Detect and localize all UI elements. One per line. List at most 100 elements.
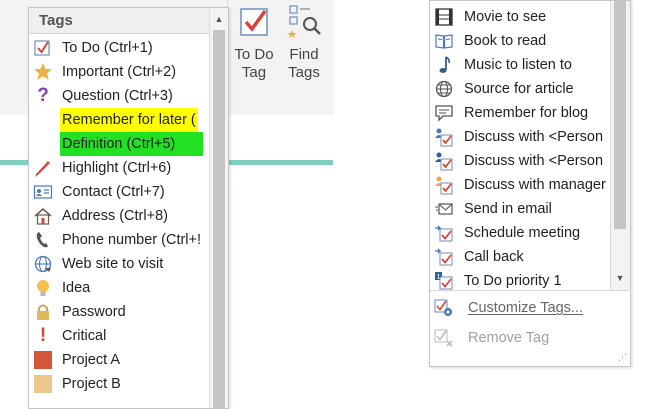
tag-item-phone[interactable]: Phone number (Ctrl+! (29, 228, 209, 252)
star-icon (34, 63, 52, 80)
remove-tag-item[interactable]: Remove Tag (430, 324, 629, 352)
tag-item-label: Idea (62, 280, 91, 296)
tag-item-label: Phone number (Ctrl+! (62, 232, 202, 248)
globe-icon (34, 255, 52, 273)
tag-item-project-a[interactable]: Project A (29, 348, 209, 372)
tag-item-blog[interactable]: Remember for blog (430, 101, 610, 125)
tag-item-todo[interactable]: To Do (Ctrl+1) (29, 36, 209, 60)
globe-icon (435, 80, 453, 98)
find-tags-label-1: Find (289, 46, 319, 63)
speech-bubble-icon (435, 105, 453, 122)
callback-check-icon (435, 248, 453, 266)
tags-dropdown: Tags ▲ To Do (Ctrl+1) Important (Ctrl+2)… (28, 7, 229, 409)
highlighter-icon (35, 161, 50, 177)
tag-item-label: Book to read (464, 33, 547, 49)
customize-tags-icon (434, 299, 452, 316)
tag-item-contact[interactable]: Contact (Ctrl+7) (29, 180, 209, 204)
tag-item-password[interactable]: Password (29, 300, 209, 324)
tag-item-label: Project A (62, 352, 121, 368)
tag-item-discuss-person-a[interactable]: Discuss with <Person (430, 125, 610, 149)
tag-item-label: Remember for blog (464, 105, 589, 121)
tag-item-music[interactable]: Music to listen to (430, 53, 610, 77)
find-tags-label-2: Tags (288, 64, 320, 81)
red-square-icon (34, 351, 52, 369)
tag-item-label: Send in email (464, 201, 552, 217)
tag-item-movie[interactable]: Movie to see (430, 5, 610, 29)
tags-scrollbar[interactable]: ▲ (209, 8, 228, 408)
tag-item-label: Password (62, 304, 126, 320)
tag-item-source[interactable]: Source for article (430, 77, 610, 101)
tag-item-label: Project B (62, 376, 121, 392)
checkbox-icon (34, 40, 50, 56)
manager-check-icon (435, 176, 453, 195)
tag-item-label: Discuss with <Person (464, 129, 604, 145)
phone-icon (36, 232, 48, 248)
remove-tag-label: Remove Tag (468, 330, 550, 346)
contact-card-icon (33, 185, 53, 199)
todo-tag-label-2: Tag (241, 64, 267, 81)
tag-item-label: Contact (Ctrl+7) (62, 184, 165, 200)
customize-tags-item[interactable]: Customize Tags... (430, 294, 629, 322)
tag-item-label: Call back (464, 249, 524, 265)
tag-item-address[interactable]: Address (Ctrl+8) (29, 204, 209, 228)
tag-item-schedule-meeting[interactable]: Schedule meeting (430, 221, 610, 245)
tag-item-label: Source for article (464, 81, 574, 97)
tag-item-label: Address (Ctrl+8) (62, 208, 168, 224)
exclamation-icon: ! (39, 325, 47, 346)
find-tags-icon (287, 5, 321, 38)
tag-item-send-email[interactable]: Send in email (430, 197, 610, 221)
tag-item-question[interactable]: ? Question (Ctrl+3) (29, 84, 209, 108)
tag-item-highlight[interactable]: Highlight (Ctrl+6) (29, 156, 209, 180)
tag-item-call-back[interactable]: Call back (430, 245, 610, 269)
remove-tag-icon (434, 329, 453, 347)
lightbulb-icon (37, 280, 49, 296)
resize-grip-icon[interactable]: ⋰ (618, 352, 627, 363)
music-note-icon (439, 56, 450, 73)
person-check-icon (435, 128, 453, 147)
tag-item-label: Web site to visit (62, 256, 164, 272)
tag-item-website[interactable]: Web site to visit (29, 252, 209, 276)
tag-item-discuss-manager[interactable]: Discuss with manager (430, 173, 610, 197)
tag-item-label: To Do (Ctrl+1) (62, 40, 153, 56)
find-tags-button[interactable]: Find Tags (280, 4, 328, 96)
todo-tag-label-1: To Do (234, 46, 274, 63)
question-icon: ? (37, 85, 49, 106)
email-icon (435, 203, 453, 215)
tan-square-icon (34, 375, 52, 393)
tag-item-definition[interactable]: Definition (Ctrl+5) (29, 132, 209, 156)
todo-checkbox-icon (240, 8, 268, 36)
menu-separator (430, 290, 629, 291)
customize-tags-label: Customize Tags... (468, 300, 583, 316)
tag-item-label: Movie to see (464, 9, 547, 25)
scroll-thumb[interactable] (213, 30, 225, 408)
tag-item-idea[interactable]: Idea (29, 276, 209, 300)
tag-item-label: Discuss with manager (464, 177, 606, 193)
house-icon (34, 208, 52, 225)
film-icon (435, 8, 453, 26)
scroll-down-icon[interactable]: ▼ (611, 269, 629, 287)
tags-scrollbar-right[interactable]: ▼ (610, 1, 630, 290)
tag-item-remember-later[interactable]: Remember for later ( (29, 108, 209, 132)
tag-item-project-b[interactable]: Project B (29, 372, 209, 396)
padlock-icon (37, 304, 49, 320)
tag-item-label: Discuss with <Person (464, 153, 604, 169)
tag-item-label: Definition (Ctrl+5) (60, 132, 204, 156)
todo-tag-button[interactable]: To Do Tag (230, 4, 278, 96)
tag-item-important[interactable]: Important (Ctrl+2) (29, 60, 209, 84)
tag-item-label: Critical (62, 328, 107, 344)
scroll-thumb[interactable] (614, 1, 626, 229)
priority-check-icon: 1 (435, 272, 453, 290)
tags-dropdown-continued: ▼ Movie to see Book to read Music to lis… (429, 0, 631, 367)
tag-item-discuss-person-b[interactable]: Discuss with <Person (430, 149, 610, 173)
tag-item-label: Question (Ctrl+3) (62, 88, 173, 104)
tag-item-critical[interactable]: ! Critical (29, 324, 209, 348)
tag-item-label: Schedule meeting (464, 225, 581, 241)
ribbon-tags-group: To Do Tag Find Tags (227, 0, 334, 115)
person-check-icon (435, 152, 453, 171)
tag-item-book[interactable]: Book to read (430, 29, 610, 53)
tag-item-label: Highlight (Ctrl+6) (62, 160, 172, 176)
tag-item-label: Music to listen to (464, 57, 572, 73)
scroll-up-icon[interactable]: ▲ (210, 10, 228, 28)
book-icon (435, 34, 453, 49)
calendar-check-icon (435, 225, 453, 242)
